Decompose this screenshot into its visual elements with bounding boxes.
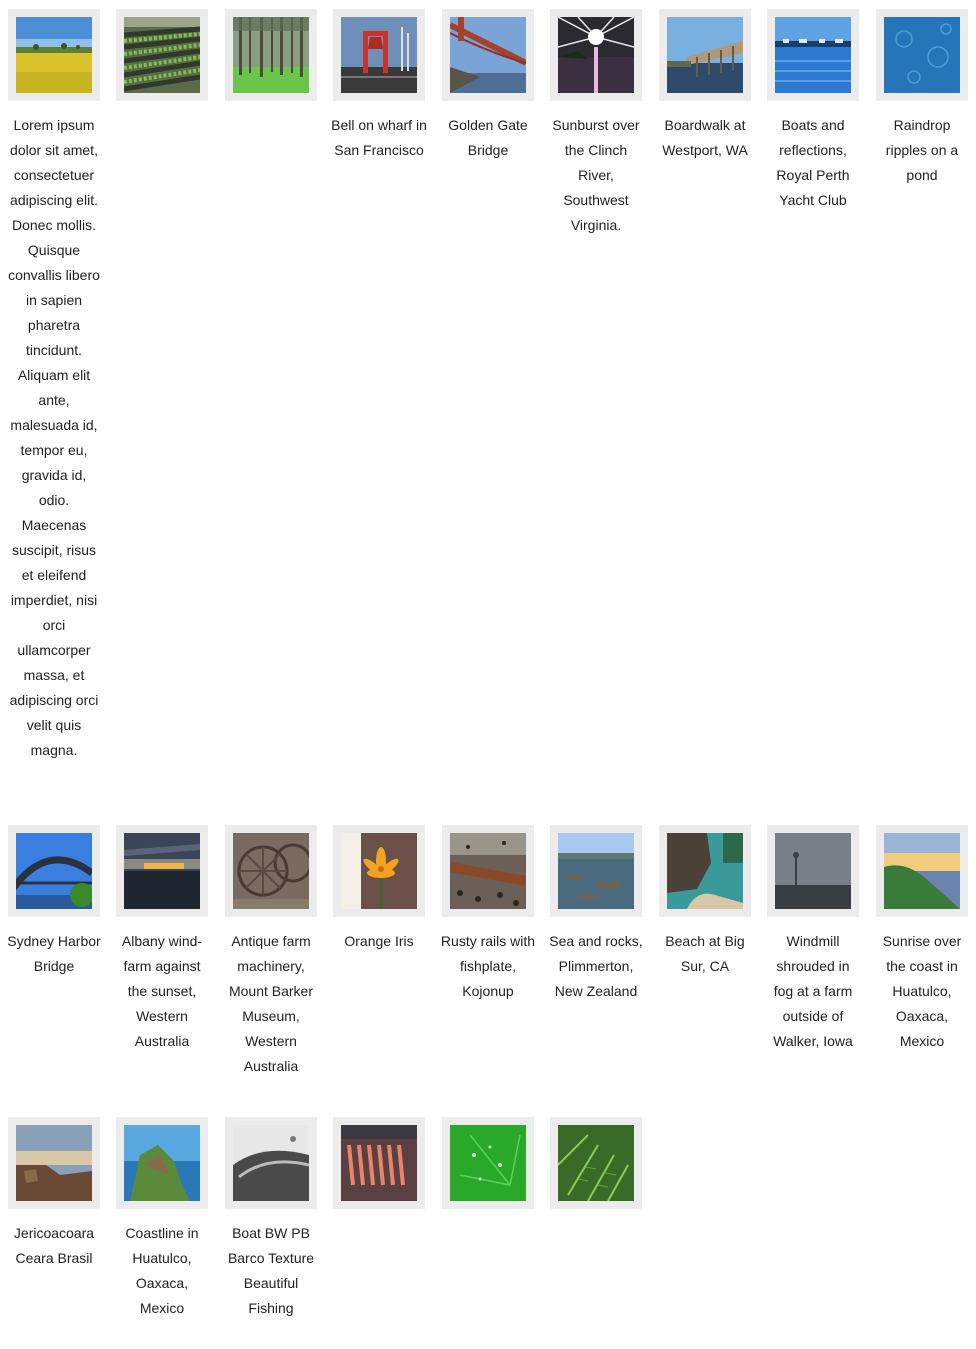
green-leaf-drops-photo-icon[interactable] (450, 1125, 526, 1201)
coastline-photo-icon[interactable] (124, 1125, 200, 1201)
gallery-item[interactable]: Boardwalk at Westport, WA (659, 9, 751, 163)
thumbnail-frame[interactable] (225, 9, 317, 101)
photo-caption: Raindrop ripples on a pond (885, 117, 959, 183)
photo-caption: Bell on wharf in San Francisco (331, 117, 427, 158)
thumbnail-frame[interactable] (225, 1117, 317, 1209)
gallery-item[interactable]: Beach at Big Sur, CA (659, 825, 751, 979)
boat-bw-photo-icon[interactable] (233, 1125, 309, 1201)
sunburst-river-photo-icon[interactable] (558, 17, 634, 93)
photo-caption: Rusty rails with fishplate, Kojonup (440, 933, 536, 999)
photo-caption: Boats and reflections, Royal Perth Yacht… (776, 117, 850, 208)
thumbnail-frame[interactable] (767, 9, 859, 101)
gallery-item[interactable] (442, 1117, 534, 1221)
photo-caption: Antique farm machinery, Mount Barker Mus… (228, 933, 314, 1074)
gallery-item[interactable]: Bell on wharf in San Francisco (331, 9, 427, 163)
photo-caption: Sydney Harbor Bridge (7, 933, 101, 974)
thumbnail-frame[interactable] (876, 825, 968, 917)
thumbnail-frame[interactable] (659, 9, 751, 101)
wharf-bell-photo-icon[interactable] (341, 17, 417, 93)
boardwalk-photo-icon[interactable] (667, 17, 743, 93)
gallery-item[interactable]: Antique farm machinery, Mount Barker Mus… (225, 825, 317, 1079)
thumbnail-frame[interactable] (8, 1117, 100, 1209)
gallery-item[interactable] (116, 9, 208, 113)
fish-grill-photo-icon[interactable] (341, 1125, 417, 1201)
photo-caption: Coastline in Huatulco, Oaxaca, Mexico (125, 1225, 199, 1316)
gallery-item[interactable]: Sea and rocks, Plimmerton, New Zealand (549, 825, 643, 1004)
gallery-item[interactable]: Orange Iris (333, 825, 425, 954)
gallery-item[interactable]: Golden Gate Bridge (442, 9, 534, 163)
photo-caption: Lorem ipsum dolor sit amet, consectetuer… (8, 117, 100, 758)
gallery-item[interactable]: Boats and reflections, Royal Perth Yacht… (767, 9, 859, 213)
gallery-item[interactable]: Sydney Harbor Bridge (7, 825, 101, 979)
thumbnail-frame[interactable] (876, 9, 968, 101)
photo-caption: Albany wind-farm against the sunset, Wes… (121, 933, 203, 1049)
thumbnail-frame[interactable] (550, 9, 642, 101)
gallery-item[interactable]: Rusty rails with fishplate, Kojonup (440, 825, 536, 1004)
rusty-rails-photo-icon[interactable] (450, 833, 526, 909)
gallery-item[interactable]: Lorem ipsum dolor sit amet, consectetuer… (8, 9, 100, 763)
gallery-item[interactable] (333, 1117, 425, 1221)
gallery-item[interactable]: Windmill shrouded in fog at a farm outsi… (767, 825, 859, 1054)
thumbnail-frame[interactable] (442, 1117, 534, 1209)
gallery-item[interactable]: Boat BW PB Barco Texture Beautiful Fishi… (225, 1117, 317, 1321)
gallery-item[interactable] (225, 9, 317, 113)
thumbnail-frame[interactable] (550, 1117, 642, 1209)
coast-sunrise-photo-icon[interactable] (884, 833, 960, 909)
gallery-item[interactable]: Jericoacoara Ceara Brasil (8, 1117, 100, 1271)
thumbnail-frame[interactable] (442, 825, 534, 917)
photo-caption: Boat BW PB Barco Texture Beautiful Fishi… (227, 1225, 315, 1316)
thumbnail-frame[interactable] (333, 9, 425, 101)
raindrop-pond-photo-icon[interactable] (884, 17, 960, 93)
gallery-item[interactable] (550, 1117, 642, 1221)
photo-caption: Sunburst over the Clinch River, Southwes… (552, 117, 640, 233)
pine-forest-photo-icon[interactable] (233, 17, 309, 93)
photo-caption: Boardwalk at Westport, WA (662, 117, 748, 158)
boats-harbor-photo-icon[interactable] (775, 17, 851, 93)
photo-caption: Orange Iris (344, 933, 414, 949)
fern-photo-icon[interactable] (558, 1125, 634, 1201)
big-sur-beach-photo-icon[interactable] (667, 833, 743, 909)
thumbnail-frame[interactable] (333, 1117, 425, 1209)
orange-iris-photo-icon[interactable] (341, 833, 417, 909)
photo-caption: Golden Gate Bridge (448, 117, 528, 158)
gallery-item[interactable]: Sunrise over the coast in Huatulco, Oaxa… (876, 825, 968, 1054)
thumbnail-frame[interactable] (767, 825, 859, 917)
crop-rows-photo-icon[interactable] (124, 17, 200, 93)
thumbnail-frame[interactable] (8, 825, 100, 917)
jericoacoara-photo-icon[interactable] (16, 1125, 92, 1201)
gallery-item[interactable]: Sunburst over the Clinch River, Southwes… (550, 9, 642, 238)
thumbnail-frame[interactable] (442, 9, 534, 101)
gallery-item[interactable]: Albany wind-farm against the sunset, Wes… (116, 825, 208, 1054)
thumbnail-frame[interactable] (225, 825, 317, 917)
foggy-windmill-photo-icon[interactable] (775, 833, 851, 909)
photo-caption: Sea and rocks, Plimmerton, New Zealand (549, 933, 643, 999)
photo-caption: Beach at Big Sur, CA (665, 933, 745, 974)
thumbnail-frame[interactable] (8, 9, 100, 101)
windfarm-sunset-photo-icon[interactable] (124, 833, 200, 909)
gallery-item[interactable]: Coastline in Huatulco, Oaxaca, Mexico (116, 1117, 208, 1321)
thumbnail-frame[interactable] (550, 825, 642, 917)
field-photo-icon[interactable] (16, 17, 92, 93)
photo-caption: Jericoacoara Ceara Brasil (13, 1225, 95, 1266)
sea-rocks-photo-icon[interactable] (558, 833, 634, 909)
farm-machinery-photo-icon[interactable] (233, 833, 309, 909)
thumbnail-frame[interactable] (116, 1117, 208, 1209)
thumbnail-frame[interactable] (116, 9, 208, 101)
thumbnail-frame[interactable] (116, 825, 208, 917)
gallery-item[interactable]: Raindrop ripples on a pond (876, 9, 968, 188)
thumbnail-frame[interactable] (333, 825, 425, 917)
photo-caption: Windmill shrouded in fog at a farm outsi… (773, 933, 853, 1049)
photo-caption: Sunrise over the coast in Huatulco, Oaxa… (882, 933, 962, 1049)
golden-gate-photo-icon[interactable] (450, 17, 526, 93)
sydney-bridge-photo-icon[interactable] (16, 833, 92, 909)
thumbnail-frame[interactable] (659, 825, 751, 917)
